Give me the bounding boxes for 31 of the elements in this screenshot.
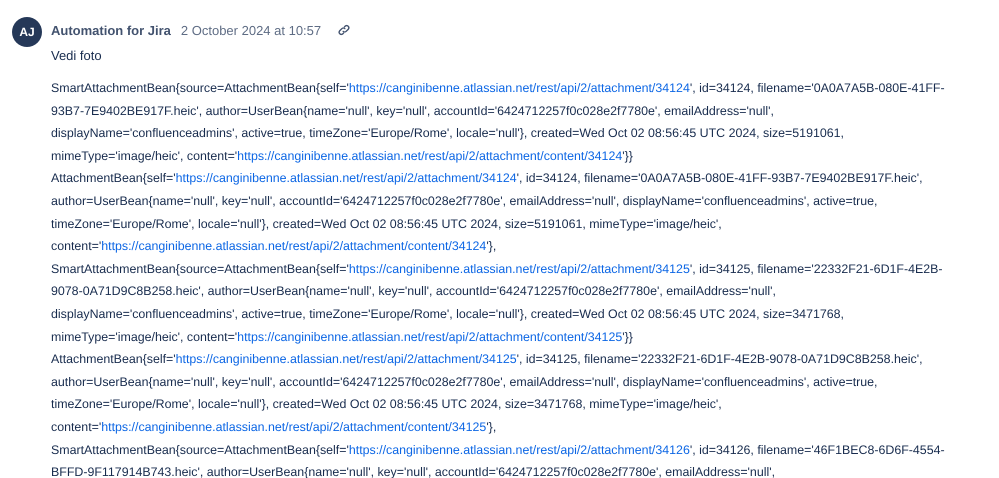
attachment-link[interactable]: https://canginibenne.atlassian.net/rest/api/2/attachment/content/34124 [101,239,486,254]
log-line: AttachmentBean{self='https://canginibenne.atlassian.net/rest/api/2/attachment/34124', id=34124, filename='0A0A7A5B-080E-41FF-93B7-7E9402BE917F.heic', [51,170,923,188]
comment-timestamp[interactable]: 2 October 2024 at 10:57 [180,22,322,38]
log-line: SmartAttachmentBean{source=AttachmentBean{self='https://canginibenne.atlassian.net/rest/api/2/attachment/34126', id=34126, filename='46F1BEC8-6D6F-4554- [51,442,945,459]
log-line: displayName='confluenceadmins', active=true, timeZone='Europe/Rome', locale='null'}, created=Wed Oct 02 08:56:45 UTC 2024, size=3471768, [51,306,844,323]
attachment-link[interactable]: https://canginibenne.atlassian.net/rest/api/2/attachment/34125 [176,352,517,366]
comment-text: Vedi foto [51,47,103,65]
log-line: displayName='confluenceadmins', active=true, timeZone='Europe/Rome', locale='null'}, created=Wed Oct 02 08:56:45 UTC 2024, size=5191061, [51,125,844,142]
avatar: AJ [12,17,42,47]
attachment-link[interactable]: https://canginibenne.atlassian.net/rest/api/2/attachment/content/34125 [101,420,486,434]
log-line: mimeType='image/heic', content='https://canginibenne.atlassian.net/rest/api/2/attachment/content/34124'}} [51,148,633,165]
log-line: content='https://canginibenne.atlassian.net/rest/api/2/attachment/content/34124'}, [51,238,496,256]
link-icon[interactable] [337,23,352,37]
log-line: timeZone='Europe/Rome', locale='null'}, created=Wed Oct 02 08:56:45 UTC 2024, size=5191061, mimeType='image/heic', [51,216,722,233]
attachment-link[interactable]: https://canginibenne.atlassian.net/rest/api/2/attachment/content/34125 [237,330,622,344]
attachment-link[interactable]: https://canginibenne.atlassian.net/rest/api/2/attachment/34125 [348,262,690,276]
log-line: author=UserBean{name='null', key='null', accountId='6424712257f0c028e2f7780e', emailAddress='null', displayName='confluenceadmins', active=true, [51,374,878,391]
log-line: author=UserBean{name='null', key='null', accountId='6424712257f0c028e2f7780e', emailAddress='null', displayName='confluenceadmins', active=true, [51,192,878,210]
log-line: timeZone='Europe/Rome', locale='null'}, created=Wed Oct 02 08:56:45 UTC 2024, size=3471768, mimeType='image/heic', [51,396,722,414]
attachment-link[interactable]: https://canginibenne.atlassian.net/rest/api/2/attachment/34124 [176,171,517,186]
log-line: content='https://canginibenne.atlassian.net/rest/api/2/attachment/content/34125'}, [51,418,496,436]
log-line: SmartAttachmentBean{source=AttachmentBean{self='https://canginibenne.atlassian.net/rest/api/2/attachment/34124', id=34124, filename='0A0A7A5B-080E-41FF- [51,80,945,97]
log-line: SmartAttachmentBean{source=AttachmentBean{self='https://canginibenne.atlassian.net/rest/api/2/attachment/34125', id=34125, filename='22332F21-6D1F-4E2B- [51,260,943,278]
attachment-link[interactable]: https://canginibenne.atlassian.net/rest/api/2/attachment/content/34124 [237,148,622,163]
log-line: mimeType='image/heic', content='https://canginibenne.atlassian.net/rest/api/2/attachment/content/34125'}} [51,328,633,346]
log-line: 93B7-7E9402BE917F.heic', author=UserBean{name='null', key='null', accountId='6424712257f0c028e2f7780e', emailAddress='null', [51,102,774,120]
attachment-link[interactable]: https://canginibenne.atlassian.net/rest/api/2/attachment/34124 [348,81,690,95]
log-line: 9078-0A71D9C8B258.heic', author=UserBean{name='null', key='null', accountId='6424712257f0c028e2f7780e', emailAddress='null', [51,283,776,300]
author-name[interactable]: Automation for Jira [51,22,171,38]
log-line: AttachmentBean{self='https://canginibenne.atlassian.net/rest/api/2/attachment/34125', id=34125, filename='22332F21-6D1F-4E2B-9078-0A71D9C8B258.heic', [51,351,923,368]
attachment-link[interactable]: https://canginibenne.atlassian.net/rest/api/2/attachment/34126 [348,442,690,456]
